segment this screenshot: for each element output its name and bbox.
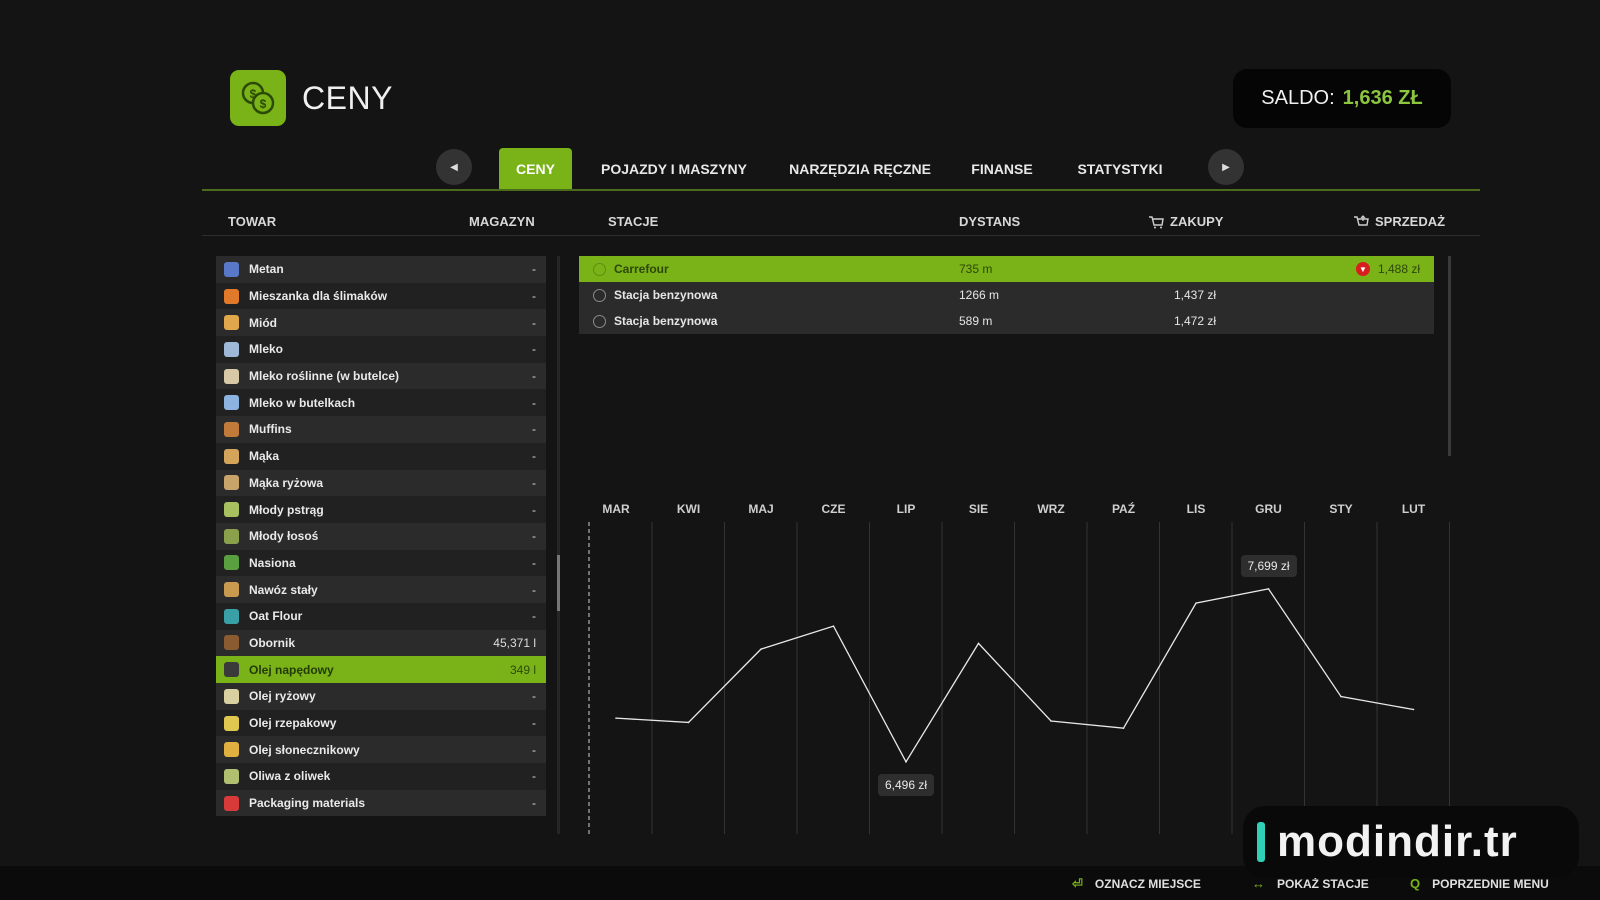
data-point	[832, 625, 835, 627]
month-label: MAR	[602, 502, 630, 516]
max-price-label: 7,699 zł	[1240, 554, 1297, 577]
month-label: GRU	[1255, 502, 1282, 516]
watermark-logo: modindir.tr	[1243, 806, 1579, 878]
mark-location-label: OZNACZ MIEJSCE	[1094, 877, 1201, 891]
data-point	[905, 761, 907, 763]
data-point	[1050, 720, 1052, 722]
data-point	[1267, 588, 1270, 590]
data-point	[760, 648, 762, 650]
month-label: PAŹ	[1111, 502, 1136, 516]
month-label: MAJ	[748, 502, 774, 516]
arrows-key-icon: ↔	[1252, 876, 1265, 891]
data-point	[687, 721, 690, 724]
data-point	[1122, 727, 1125, 729]
enter-key-icon: ⏎	[1072, 876, 1083, 891]
month-label: LIP	[896, 502, 916, 516]
month-label: STY	[1329, 502, 1353, 516]
data-point	[977, 642, 980, 645]
data-point	[1195, 602, 1197, 604]
month-label: LIS	[1186, 502, 1206, 516]
data-point	[1412, 708, 1415, 711]
month-label: CZE	[821, 502, 846, 516]
month-label: SIE	[968, 502, 989, 516]
min-price-label: 6,496 zł	[877, 773, 935, 796]
month-label: WRZ	[1037, 502, 1065, 516]
watermark-bar	[1257, 822, 1265, 862]
q-key-icon: Q	[1410, 876, 1421, 891]
data-point	[615, 717, 617, 719]
previous-menu-hint[interactable]: Q POPRZEDNIE MENU	[1410, 876, 1549, 891]
show-stations-label: POKAŻ STACJE	[1277, 876, 1369, 891]
show-stations-hint[interactable]: ↔ POKAŻ STACJE	[1252, 876, 1369, 891]
previous-menu-label: POPRZEDNIE MENU	[1432, 876, 1549, 891]
month-label: LUT	[1401, 502, 1426, 516]
mark-location-hint[interactable]: ⏎ OZNACZ MIEJSCE	[1072, 876, 1201, 892]
watermark-text: modindir.tr	[1277, 817, 1518, 866]
month-label: KWI	[676, 502, 701, 516]
chart-svg	[588, 522, 1450, 834]
data-point	[1340, 695, 1342, 698]
